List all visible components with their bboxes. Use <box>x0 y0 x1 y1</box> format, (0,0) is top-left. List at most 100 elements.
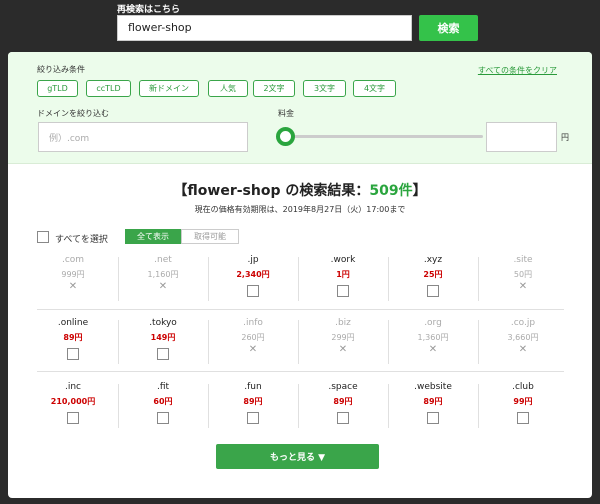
domain-price: 60円 <box>153 397 173 406</box>
price-unit: 円 <box>561 133 569 142</box>
domain-checkbox[interactable] <box>67 412 79 424</box>
search-input[interactable]: flower-shop <box>117 15 412 41</box>
unavailable-icon: ✕ <box>518 281 528 292</box>
column-divider <box>298 384 299 428</box>
domain-tld: .work <box>330 255 356 265</box>
chip-cctld[interactable]: ccTLD <box>86 80 131 97</box>
domain-tld: .tokyo <box>149 318 177 328</box>
domain-checkbox[interactable] <box>427 412 439 424</box>
domain-cell: .net 1,160円 ✕ <box>118 255 208 307</box>
unavailable-icon: ✕ <box>68 281 78 292</box>
domain-cell[interactable]: .fit 60円 <box>118 382 208 434</box>
show-more-button[interactable]: もっと見る ▼ <box>216 444 379 469</box>
domain-cell: .biz 299円 ✕ <box>298 318 388 370</box>
domain-checkbox[interactable] <box>247 412 259 424</box>
domain-cell[interactable]: .inc 210,000円 <box>28 382 118 434</box>
column-divider <box>118 384 119 428</box>
chip-4-chars[interactable]: 4文字 <box>353 80 396 97</box>
domain-filter-input[interactable]: 例）.com <box>38 122 248 152</box>
domain-cell: .site 50円 ✕ <box>478 255 568 307</box>
chip-2-chars[interactable]: 2文字 <box>253 80 295 97</box>
domain-tld: .biz <box>335 318 351 328</box>
domain-tld: .info <box>243 318 263 328</box>
domain-tld: .club <box>512 382 534 392</box>
domain-tld: .net <box>154 255 172 265</box>
row-divider <box>37 371 564 372</box>
column-divider <box>388 320 389 364</box>
domain-price: 89円 <box>333 397 353 406</box>
domain-checkbox[interactable] <box>157 412 169 424</box>
result-title: 【flower-shop の検索結果：509件】 <box>173 183 427 199</box>
unavailable-icon: ✕ <box>158 281 168 292</box>
domain-tld: .fit <box>156 382 170 392</box>
price-input[interactable] <box>486 122 557 152</box>
domain-tld: .fun <box>244 382 262 392</box>
column-divider <box>298 257 299 301</box>
domain-cell[interactable]: .online 89円 <box>28 318 118 370</box>
domain-checkbox[interactable] <box>337 412 349 424</box>
domain-cell[interactable]: .website 89円 <box>388 382 478 434</box>
column-divider <box>478 384 479 428</box>
domain-price: 89円 <box>243 397 263 406</box>
chip-3-chars[interactable]: 3文字 <box>303 80 346 97</box>
tab-show-all[interactable]: 全て表示 <box>125 229 181 244</box>
column-divider <box>388 257 389 301</box>
domain-checkbox[interactable] <box>247 285 259 297</box>
domain-cell[interactable]: .tokyo 149円 <box>118 318 208 370</box>
domain-price: 149円 <box>150 333 176 342</box>
domain-cell[interactable]: .jp 2,340円 <box>208 255 298 307</box>
domain-cell[interactable]: .xyz 25円 <box>388 255 478 307</box>
domain-price: 89円 <box>63 333 83 342</box>
domain-cell[interactable]: .work 1円 <box>298 255 388 307</box>
domain-price: 1円 <box>336 270 350 279</box>
unavailable-icon: ✕ <box>248 344 258 355</box>
domain-price: 50円 <box>513 270 533 279</box>
domain-price: 260円 <box>241 333 265 342</box>
unavailable-icon: ✕ <box>338 344 348 355</box>
filter-panel: 絞り込み条件 すべての条件をクリア gTLD ccTLD 新ドメイン 人気 2文… <box>8 52 592 164</box>
domain-tld: .jp <box>247 255 259 265</box>
clear-all-link[interactable]: すべての条件をクリア <box>478 65 557 76</box>
chip-popular[interactable]: 人気 <box>208 80 248 97</box>
select-all-label: すべてを選択 <box>55 235 108 245</box>
domain-cell[interactable]: .club 99円 <box>478 382 568 434</box>
domain-tld: .website <box>414 382 452 392</box>
price-slider-track[interactable] <box>293 135 483 138</box>
column-divider <box>118 320 119 364</box>
result-count: 509件 <box>369 183 413 199</box>
select-all-checkbox[interactable] <box>37 231 49 243</box>
price-label: 料金 <box>278 109 294 118</box>
column-divider <box>208 320 209 364</box>
tab-available[interactable]: 取得可能 <box>181 229 239 244</box>
search-button[interactable]: 検索 <box>419 15 478 41</box>
domain-cell: .com 999円 ✕ <box>28 255 118 307</box>
domain-checkbox[interactable] <box>427 285 439 297</box>
domain-checkbox[interactable] <box>157 348 169 360</box>
row-divider <box>37 309 564 310</box>
search-label: 再検索はこちら <box>117 5 181 15</box>
column-divider <box>208 257 209 301</box>
price-slider-handle[interactable] <box>276 127 295 146</box>
domain-tld: .online <box>57 318 89 328</box>
domain-price: 3,660円 <box>507 333 539 342</box>
domain-cell[interactable]: .fun 89円 <box>208 382 298 434</box>
domain-checkbox[interactable] <box>517 412 529 424</box>
domain-cell: .co.jp 3,660円 ✕ <box>478 318 568 370</box>
domain-cell: .org 1,360円 ✕ <box>388 318 478 370</box>
domain-price: 1,360円 <box>417 333 449 342</box>
domain-tld: .inc <box>64 382 81 392</box>
domain-tld: .site <box>513 255 533 265</box>
domain-tld: .com <box>61 255 85 265</box>
unavailable-icon: ✕ <box>518 344 528 355</box>
chip-new-domain[interactable]: 新ドメイン <box>139 80 199 97</box>
domain-tld: .co.jp <box>510 318 536 328</box>
domain-price: 999円 <box>61 270 85 279</box>
top-search-bar: 再検索はこちら flower-shop 検索 <box>0 0 600 55</box>
domain-cell[interactable]: .space 89円 <box>298 382 388 434</box>
column-divider <box>118 257 119 301</box>
domain-price: 89円 <box>423 397 443 406</box>
domain-filter-label: ドメインを絞り込む <box>37 109 109 118</box>
domain-checkbox[interactable] <box>337 285 349 297</box>
domain-checkbox[interactable] <box>67 348 79 360</box>
chip-gtld[interactable]: gTLD <box>37 80 78 97</box>
